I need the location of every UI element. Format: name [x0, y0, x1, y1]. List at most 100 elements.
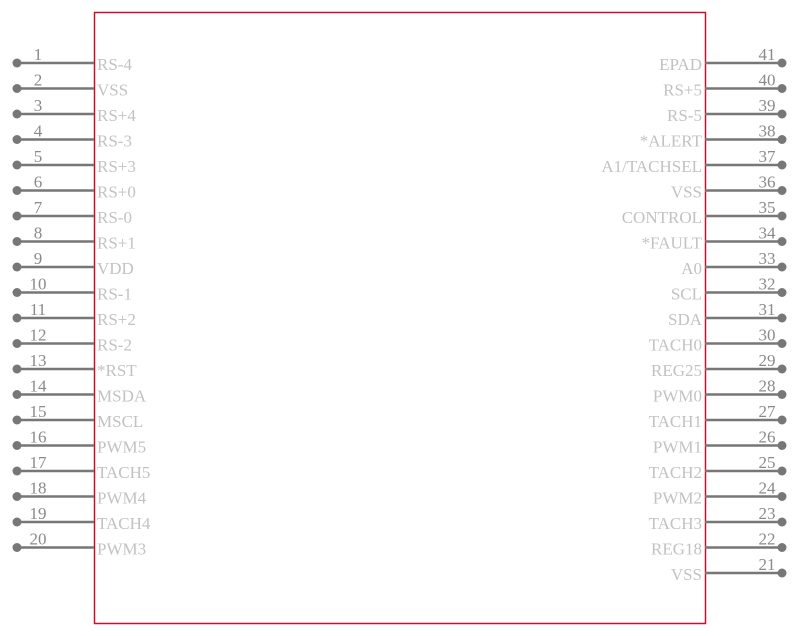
- pin-label: RS+5: [663, 81, 702, 100]
- pin-end-dot: [12, 186, 22, 195]
- pin-label: SCL: [671, 285, 702, 304]
- pin-label: RS-2: [97, 336, 132, 355]
- pin-label: CONTROL: [622, 208, 702, 227]
- pin-end-dot: [12, 339, 22, 348]
- pin-end-dot: [12, 517, 22, 527]
- pin-label: TACH1: [649, 412, 702, 431]
- pin-number: 38: [759, 122, 776, 141]
- pin-number: 14: [30, 377, 48, 396]
- pin-label: A0: [681, 259, 702, 278]
- pin-label: VSS: [671, 565, 702, 584]
- pin-number: 5: [34, 147, 43, 166]
- pin-label: RS-1: [97, 285, 132, 304]
- pin-end-dot: [12, 58, 22, 68]
- pin-number: 1: [34, 45, 43, 64]
- pin-label: VDD: [97, 259, 134, 278]
- pin-label: RS+2: [97, 310, 136, 329]
- pin-end-dot: [777, 135, 787, 144]
- pin-end-dot: [777, 84, 787, 93]
- pin-label: SDA: [668, 310, 703, 329]
- pin-number: 21: [759, 555, 776, 574]
- pin-label: TACH3: [649, 514, 702, 533]
- pin-number: 36: [759, 173, 776, 192]
- pin-end-dot: [12, 543, 22, 552]
- pin-number: 10: [30, 275, 47, 294]
- pin-end-dot: [12, 441, 22, 450]
- pin-number: 19: [30, 504, 47, 523]
- pin-label: TACH2: [649, 463, 702, 482]
- pin-number: 24: [759, 479, 777, 498]
- pin-number: 34: [759, 224, 777, 243]
- pin-end-dot: [777, 109, 787, 119]
- pin-label: *FAULT: [642, 234, 703, 253]
- pin-number: 7: [34, 198, 43, 217]
- pin-label: RS+3: [97, 157, 136, 176]
- pin-end-dot: [777, 415, 787, 425]
- pin-label: TACH0: [649, 336, 702, 355]
- pin-end-dot: [777, 390, 787, 399]
- pin-end-dot: [12, 237, 22, 246]
- pin-end-dot: [777, 288, 787, 297]
- pin-label: RS-0: [97, 208, 132, 227]
- pin-number: 35: [759, 198, 776, 217]
- pin-label: *RST: [97, 361, 137, 380]
- pin-label: MSDA: [97, 387, 147, 406]
- pin-number: 41: [759, 45, 776, 64]
- pin-label: RS+1: [97, 234, 136, 253]
- pin-label: VSS: [97, 81, 128, 100]
- pin-end-dot: [777, 466, 787, 476]
- ic-schematic-symbol: 1 RS-4 2 VSS 3 RS+4 4 RS-3 5 RS+3 6 RS+0 7 RS-0 8 RS+1 9…: [12, 11, 787, 625]
- pin-label: PWM2: [653, 489, 702, 508]
- pin-number: 2: [34, 71, 43, 90]
- pin-number: 16: [30, 428, 47, 447]
- pin-end-dot: [777, 543, 787, 552]
- pin-label: REG25: [651, 361, 702, 380]
- pin-end-dot: [777, 211, 787, 221]
- pin-end-dot: [12, 109, 22, 119]
- pin-end-dot: [12, 415, 22, 425]
- pin-label: TACH4: [97, 514, 151, 533]
- pin-label: *ALERT: [640, 132, 703, 151]
- pin-label: REG18: [651, 540, 702, 559]
- pin-number: 20: [30, 530, 47, 549]
- pin-number: 31: [759, 300, 776, 319]
- pin-number: 27: [759, 402, 777, 421]
- pin-end-dot: [12, 262, 22, 272]
- pin-end-dot: [777, 262, 787, 272]
- pin-label: PWM5: [97, 438, 146, 457]
- pin-number: 15: [30, 402, 47, 421]
- pin-label: PWM1: [653, 438, 702, 457]
- pin-end-dot: [12, 288, 22, 297]
- pin-label: EPAD: [659, 55, 702, 74]
- pin-end-dot: [777, 364, 787, 374]
- pin-end-dot: [12, 135, 22, 144]
- pin-label: VSS: [671, 183, 702, 202]
- pin-end-dot: [777, 186, 787, 195]
- pin-number: 32: [759, 275, 776, 294]
- pin-number: 25: [759, 453, 776, 472]
- pin-label: RS-4: [97, 55, 132, 74]
- component-body: [93, 11, 707, 625]
- pin-end-dot: [777, 58, 787, 68]
- pin-label: RS+4: [97, 106, 136, 125]
- pin-number: 39: [759, 96, 776, 115]
- pin-number: 33: [759, 249, 776, 268]
- pin-end-dot: [777, 517, 787, 527]
- pin-end-dot: [777, 313, 787, 323]
- pin-end-dot: [12, 160, 22, 170]
- pin-end-dot: [777, 237, 787, 246]
- pin-number: 11: [30, 300, 46, 319]
- pin-number: 26: [759, 428, 776, 447]
- pin-label: PWM3: [97, 540, 146, 559]
- pin-end-dot: [777, 160, 787, 170]
- pin-number: 13: [30, 351, 47, 370]
- pin-label: RS-5: [667, 106, 702, 125]
- pin-end-dot: [12, 390, 22, 399]
- pin-number: 17: [30, 453, 48, 472]
- pin-number: 28: [759, 377, 776, 396]
- pin-label: RS-3: [97, 132, 132, 151]
- pin-number: 18: [30, 479, 47, 498]
- pin-number: 22: [759, 530, 776, 549]
- pin-label: MSCL: [97, 412, 143, 431]
- pin-label: A1/TACHSEL: [601, 157, 702, 176]
